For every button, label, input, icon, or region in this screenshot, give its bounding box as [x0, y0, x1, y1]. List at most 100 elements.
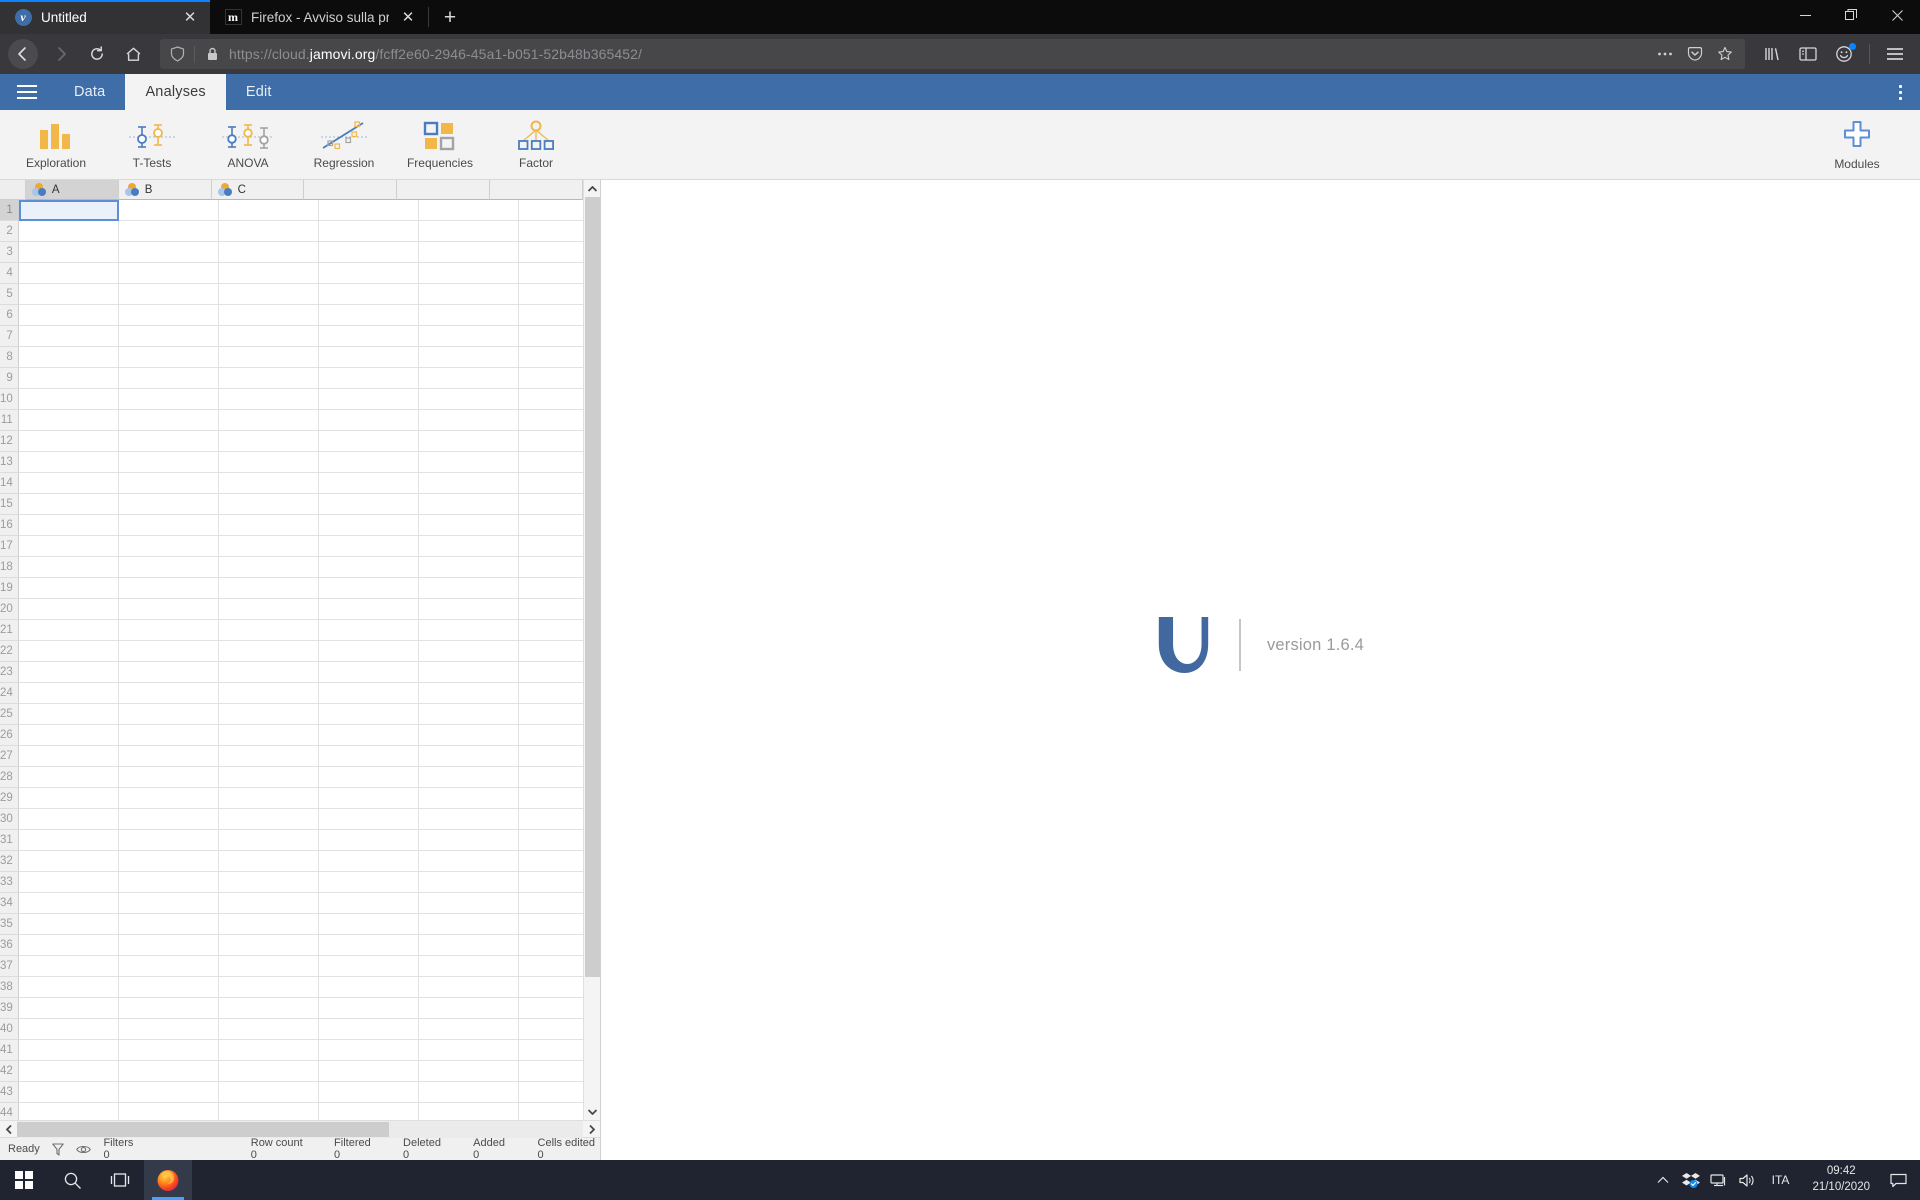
grid-cell[interactable] — [418, 599, 519, 620]
grid-cell[interactable] — [218, 809, 319, 830]
row-number[interactable]: 5 — [0, 284, 19, 305]
page-actions-icon[interactable] — [1651, 41, 1679, 67]
grid-cell[interactable] — [118, 746, 219, 767]
tracking-protection-shield-icon[interactable] — [166, 46, 188, 62]
grid-cell[interactable] — [318, 494, 419, 515]
grid-cell[interactable] — [118, 725, 219, 746]
grid-cell[interactable] — [318, 851, 419, 872]
grid-cell[interactable] — [218, 494, 319, 515]
grid-cell[interactable] — [18, 1040, 119, 1061]
grid-cell[interactable] — [118, 242, 219, 263]
row-number[interactable]: 12 — [0, 431, 19, 452]
grid-cell[interactable] — [318, 347, 419, 368]
grid-cell[interactable] — [318, 830, 419, 851]
column-header-blank[interactable] — [490, 180, 583, 200]
column-header-blank[interactable] — [304, 180, 398, 200]
grid-cell[interactable] — [18, 242, 119, 263]
grid-cell[interactable] — [418, 683, 519, 704]
grid-cell[interactable] — [218, 914, 319, 935]
grid-cell[interactable] — [518, 284, 583, 305]
grid-cell[interactable] — [518, 326, 583, 347]
row-number[interactable]: 20 — [0, 599, 19, 620]
grid-cell[interactable] — [518, 515, 583, 536]
lock-icon[interactable] — [201, 47, 223, 62]
grid-cell[interactable] — [318, 1019, 419, 1040]
row-number[interactable]: 21 — [0, 620, 19, 641]
row-number[interactable]: 33 — [0, 872, 19, 893]
grid-cell[interactable] — [18, 704, 119, 725]
grid-cell[interactable] — [118, 473, 219, 494]
grid-cell[interactable] — [318, 557, 419, 578]
grid-cell[interactable] — [318, 431, 419, 452]
notification-icon[interactable] — [1882, 1160, 1914, 1200]
grid-cell[interactable] — [18, 1103, 119, 1120]
grid-cell[interactable] — [218, 221, 319, 242]
grid-cell[interactable] — [118, 557, 219, 578]
grid-cell[interactable] — [18, 683, 119, 704]
scroll-up-arrow-icon[interactable] — [584, 180, 601, 197]
grid-cell[interactable] — [518, 998, 583, 1019]
grid-cell[interactable] — [18, 935, 119, 956]
grid-cell[interactable] — [318, 641, 419, 662]
scroll-left-arrow-icon[interactable] — [0, 1121, 17, 1138]
row-number[interactable]: 25 — [0, 704, 19, 725]
grid-cell[interactable] — [18, 977, 119, 998]
row-number[interactable]: 17 — [0, 536, 19, 557]
grid-cell[interactable] — [418, 935, 519, 956]
grid-cell[interactable] — [218, 725, 319, 746]
row-number[interactable]: 1 — [0, 200, 19, 221]
grid-cell[interactable] — [518, 347, 583, 368]
scroll-down-arrow-icon[interactable] — [584, 1103, 601, 1120]
grid-cell[interactable] — [518, 557, 583, 578]
row-number[interactable]: 13 — [0, 452, 19, 473]
grid-cell[interactable] — [518, 872, 583, 893]
grid-cell[interactable] — [318, 1061, 419, 1082]
column-header-a[interactable]: A — [25, 180, 119, 200]
hamburger-menu-icon[interactable] — [0, 74, 54, 110]
grid-cell[interactable] — [218, 662, 319, 683]
grid-cell[interactable] — [318, 578, 419, 599]
grid-cell[interactable] — [518, 620, 583, 641]
grid-cell[interactable] — [518, 1040, 583, 1061]
grid-cell[interactable] — [418, 263, 519, 284]
filter-icon[interactable] — [52, 1142, 65, 1156]
grid-cell[interactable] — [18, 998, 119, 1019]
column-header-b[interactable]: B — [118, 180, 212, 200]
grid-cell[interactable] — [318, 809, 419, 830]
grid-cell[interactable] — [18, 410, 119, 431]
new-tab-button[interactable]: + — [433, 2, 467, 32]
close-button[interactable] — [1874, 0, 1920, 30]
grid-cell[interactable] — [18, 473, 119, 494]
row-number[interactable]: 40 — [0, 1019, 19, 1040]
grid-cell[interactable] — [518, 431, 583, 452]
grid-cell[interactable] — [118, 830, 219, 851]
grid-cell[interactable] — [118, 1061, 219, 1082]
grid-cell[interactable] — [218, 389, 319, 410]
row-number[interactable]: 38 — [0, 977, 19, 998]
row-number[interactable]: 23 — [0, 662, 19, 683]
grid-cell[interactable] — [418, 620, 519, 641]
grid-cell[interactable] — [418, 515, 519, 536]
grid-cell[interactable] — [418, 956, 519, 977]
grid-cell[interactable] — [218, 1103, 319, 1120]
grid-cell[interactable] — [518, 578, 583, 599]
cell-area[interactable] — [18, 200, 583, 1120]
grid-cell[interactable] — [518, 809, 583, 830]
grid-cell[interactable] — [118, 410, 219, 431]
vertical-scroll-track[interactable] — [584, 197, 601, 1103]
grid-cell[interactable] — [218, 977, 319, 998]
grid-cell[interactable] — [418, 1019, 519, 1040]
analysis-button-anova[interactable]: ANOVA — [200, 112, 296, 178]
grid-cell[interactable] — [218, 935, 319, 956]
grid-cell[interactable] — [518, 641, 583, 662]
analysis-button-ttests[interactable]: T-Tests — [104, 112, 200, 178]
row-number[interactable]: 37 — [0, 956, 19, 977]
analysis-button-exploration[interactable]: Exploration — [8, 112, 104, 178]
eye-icon[interactable] — [76, 1144, 92, 1155]
grid-cell[interactable] — [218, 956, 319, 977]
grid-cell[interactable] — [118, 767, 219, 788]
sidebar-icon[interactable] — [1791, 39, 1825, 69]
grid-cell[interactable] — [518, 746, 583, 767]
grid-cell[interactable] — [218, 473, 319, 494]
grid-cell[interactable] — [518, 662, 583, 683]
